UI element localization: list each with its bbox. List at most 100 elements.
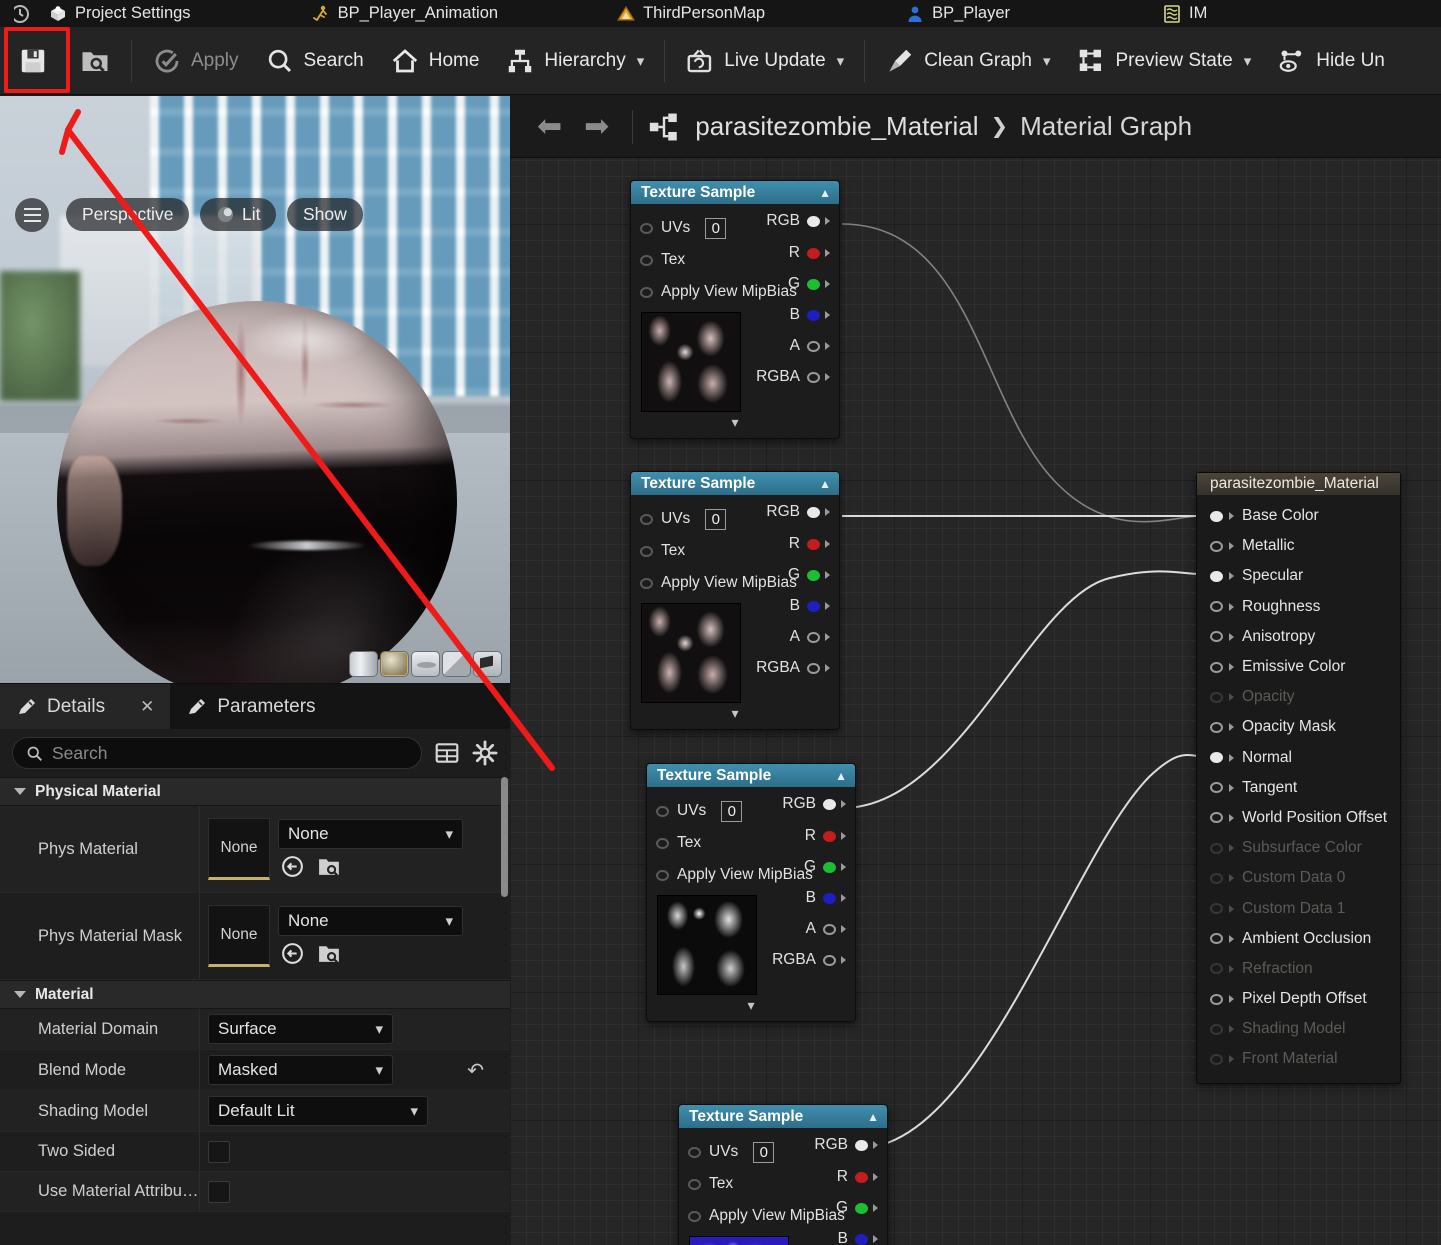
home-button[interactable]: Home bbox=[377, 33, 493, 89]
uvs-value-field[interactable]: 0 bbox=[721, 800, 743, 822]
pin-b-output[interactable] bbox=[823, 892, 836, 904]
pin-tex-input[interactable] bbox=[640, 254, 653, 266]
pin-base-color[interactable] bbox=[1210, 510, 1223, 522]
pin-b-output[interactable] bbox=[807, 309, 820, 321]
viewport-show-button[interactable]: Show bbox=[287, 198, 363, 231]
pin-tangent[interactable] bbox=[1210, 782, 1223, 794]
pin-normal[interactable] bbox=[1210, 752, 1223, 764]
output-node-header[interactable]: parasitezombie_Material bbox=[1197, 473, 1400, 495]
save-button[interactable] bbox=[0, 33, 66, 89]
asset-thumbnail[interactable]: None bbox=[208, 905, 270, 967]
shading-model-combo[interactable]: Default Lit ▾ bbox=[208, 1096, 428, 1126]
node-header[interactable]: Texture Sample ▲ bbox=[679, 1105, 887, 1128]
pin-g-output[interactable] bbox=[807, 569, 820, 581]
hierarchy-button[interactable]: Hierarchy ▾ bbox=[492, 33, 657, 89]
tab-parameters[interactable]: Parameters bbox=[170, 684, 332, 729]
pin-mipbias-input[interactable] bbox=[688, 1210, 701, 1222]
pin-mipbias-input[interactable] bbox=[656, 869, 669, 881]
pin-tex-input[interactable] bbox=[656, 837, 669, 849]
preview-state-button[interactable]: Preview State ▾ bbox=[1063, 33, 1264, 89]
apply-button[interactable]: Apply bbox=[139, 33, 252, 89]
browse-to-asset-icon[interactable] bbox=[317, 941, 342, 966]
pin-opacity-mask[interactable] bbox=[1210, 721, 1223, 733]
collapse-icon[interactable]: ▲ bbox=[819, 477, 831, 491]
pin-rgb-output[interactable] bbox=[855, 1139, 868, 1151]
preview-shape-sphere[interactable] bbox=[380, 651, 409, 677]
pin-g-output[interactable] bbox=[823, 861, 836, 873]
asset-tab-input-mapping[interactable]: IM bbox=[1148, 0, 1221, 27]
pin-pixel-depth-offset[interactable] bbox=[1210, 993, 1223, 1005]
node-expand-icon[interactable]: ▾ bbox=[631, 703, 839, 727]
collapse-icon[interactable]: ▲ bbox=[867, 1110, 879, 1124]
node-header[interactable]: Texture Sample ▲ bbox=[631, 472, 839, 495]
pin-uvs-input[interactable] bbox=[656, 805, 669, 817]
pin-ambient-occlusion[interactable] bbox=[1210, 933, 1223, 945]
node-header[interactable]: Texture Sample ▲ bbox=[647, 764, 855, 787]
pin-r-output[interactable] bbox=[807, 247, 820, 259]
section-material[interactable]: Material bbox=[0, 980, 510, 1009]
close-icon[interactable]: ✕ bbox=[140, 697, 154, 717]
live-update-button[interactable]: Live Update ▾ bbox=[672, 33, 857, 89]
clean-graph-button[interactable]: Clean Graph ▾ bbox=[872, 33, 1063, 89]
pin-uvs-input[interactable] bbox=[640, 513, 653, 525]
texture-sample-node[interactable]: Texture Sample ▲ UVs 0 RGB Tex R Apply V… bbox=[646, 763, 856, 1022]
pin-rgb-output[interactable] bbox=[807, 215, 820, 227]
texture-sample-node[interactable]: Texture Sample ▲ UVs 0 RGB Tex R Apply V… bbox=[630, 471, 840, 730]
material-output-node[interactable]: parasitezombie_Material Base Color Metal… bbox=[1196, 472, 1401, 1084]
two-sided-checkbox[interactable] bbox=[208, 1140, 230, 1163]
texture-thumbnail[interactable] bbox=[657, 895, 757, 995]
pin-a-output[interactable] bbox=[823, 923, 836, 935]
pin-b-output[interactable] bbox=[807, 600, 820, 612]
gear-icon[interactable] bbox=[472, 740, 498, 766]
node-header[interactable]: Texture Sample ▲ bbox=[631, 181, 839, 204]
blend-mode-combo[interactable]: Masked ▾ bbox=[208, 1055, 393, 1085]
pin-a-output[interactable] bbox=[807, 631, 820, 643]
viewport-perspective-button[interactable]: Perspective bbox=[66, 198, 190, 231]
reset-to-default-icon[interactable]: ↶ bbox=[467, 1058, 502, 1083]
pin-rgba-output[interactable] bbox=[823, 954, 836, 966]
pin-g-output[interactable] bbox=[855, 1202, 868, 1214]
navigate-back-icon[interactable]: ⬅ bbox=[528, 111, 571, 142]
pin-b-output[interactable] bbox=[855, 1233, 868, 1245]
node-expand-icon[interactable]: ▾ bbox=[647, 995, 855, 1019]
viewport-options-button[interactable] bbox=[15, 198, 49, 232]
pin-rgb-output[interactable] bbox=[807, 506, 820, 518]
pin-r-output[interactable] bbox=[855, 1171, 868, 1183]
pin-tex-input[interactable] bbox=[688, 1178, 701, 1190]
asset-tab-project-settings[interactable]: Project Settings bbox=[34, 0, 205, 27]
material-preview-viewport[interactable]: Perspective Lit Show Z X bbox=[0, 96, 510, 683]
pin-metallic[interactable] bbox=[1210, 540, 1223, 552]
uvs-value-field[interactable]: 0 bbox=[705, 508, 727, 530]
collapse-icon[interactable]: ▲ bbox=[819, 186, 831, 200]
use-material-attributes-checkbox[interactable] bbox=[208, 1180, 230, 1203]
preview-shape-cylinder[interactable] bbox=[349, 651, 378, 677]
search-button[interactable]: Search bbox=[252, 33, 377, 89]
pin-g-output[interactable] bbox=[807, 278, 820, 290]
pin-r-output[interactable] bbox=[823, 830, 836, 842]
pin-rgb-output[interactable] bbox=[823, 798, 836, 810]
tab-details[interactable]: Details ✕ bbox=[0, 684, 171, 729]
pin-mipbias-input[interactable] bbox=[640, 286, 653, 298]
texture-thumbnail[interactable] bbox=[641, 603, 741, 703]
browse-asset-button[interactable] bbox=[66, 33, 124, 89]
viewport-lit-button[interactable]: Lit bbox=[200, 198, 277, 231]
uvs-value-field[interactable]: 0 bbox=[753, 1141, 775, 1163]
asset-tab-thirdpersonmap[interactable]: ThirdPersonMap bbox=[602, 0, 779, 27]
pin-r-output[interactable] bbox=[807, 538, 820, 550]
pin-emissive-color[interactable] bbox=[1210, 661, 1223, 673]
search-input[interactable]: Search bbox=[12, 737, 422, 769]
texture-thumbnail[interactable] bbox=[641, 312, 741, 412]
material-domain-combo[interactable]: Surface ▾ bbox=[208, 1014, 393, 1044]
pin-anisotropy[interactable] bbox=[1210, 631, 1223, 643]
breadcrumb-root[interactable]: parasitezombie_Material bbox=[695, 111, 978, 142]
section-physical-material[interactable]: Physical Material bbox=[0, 777, 510, 806]
preview-shape-cube[interactable] bbox=[442, 651, 471, 677]
texture-sample-node[interactable]: Texture Sample ▲ UVs 0 RGB Tex R Apply V… bbox=[678, 1104, 888, 1245]
pin-uvs-input[interactable] bbox=[688, 1146, 701, 1158]
hide-unrelated-button[interactable]: Hide Un bbox=[1264, 33, 1398, 89]
use-selected-asset-icon[interactable] bbox=[280, 941, 305, 966]
collapse-icon[interactable]: ▲ bbox=[835, 769, 847, 783]
pin-rgba-output[interactable] bbox=[807, 371, 820, 383]
pin-rgba-output[interactable] bbox=[807, 662, 820, 674]
asset-thumbnail[interactable]: None bbox=[208, 818, 270, 880]
